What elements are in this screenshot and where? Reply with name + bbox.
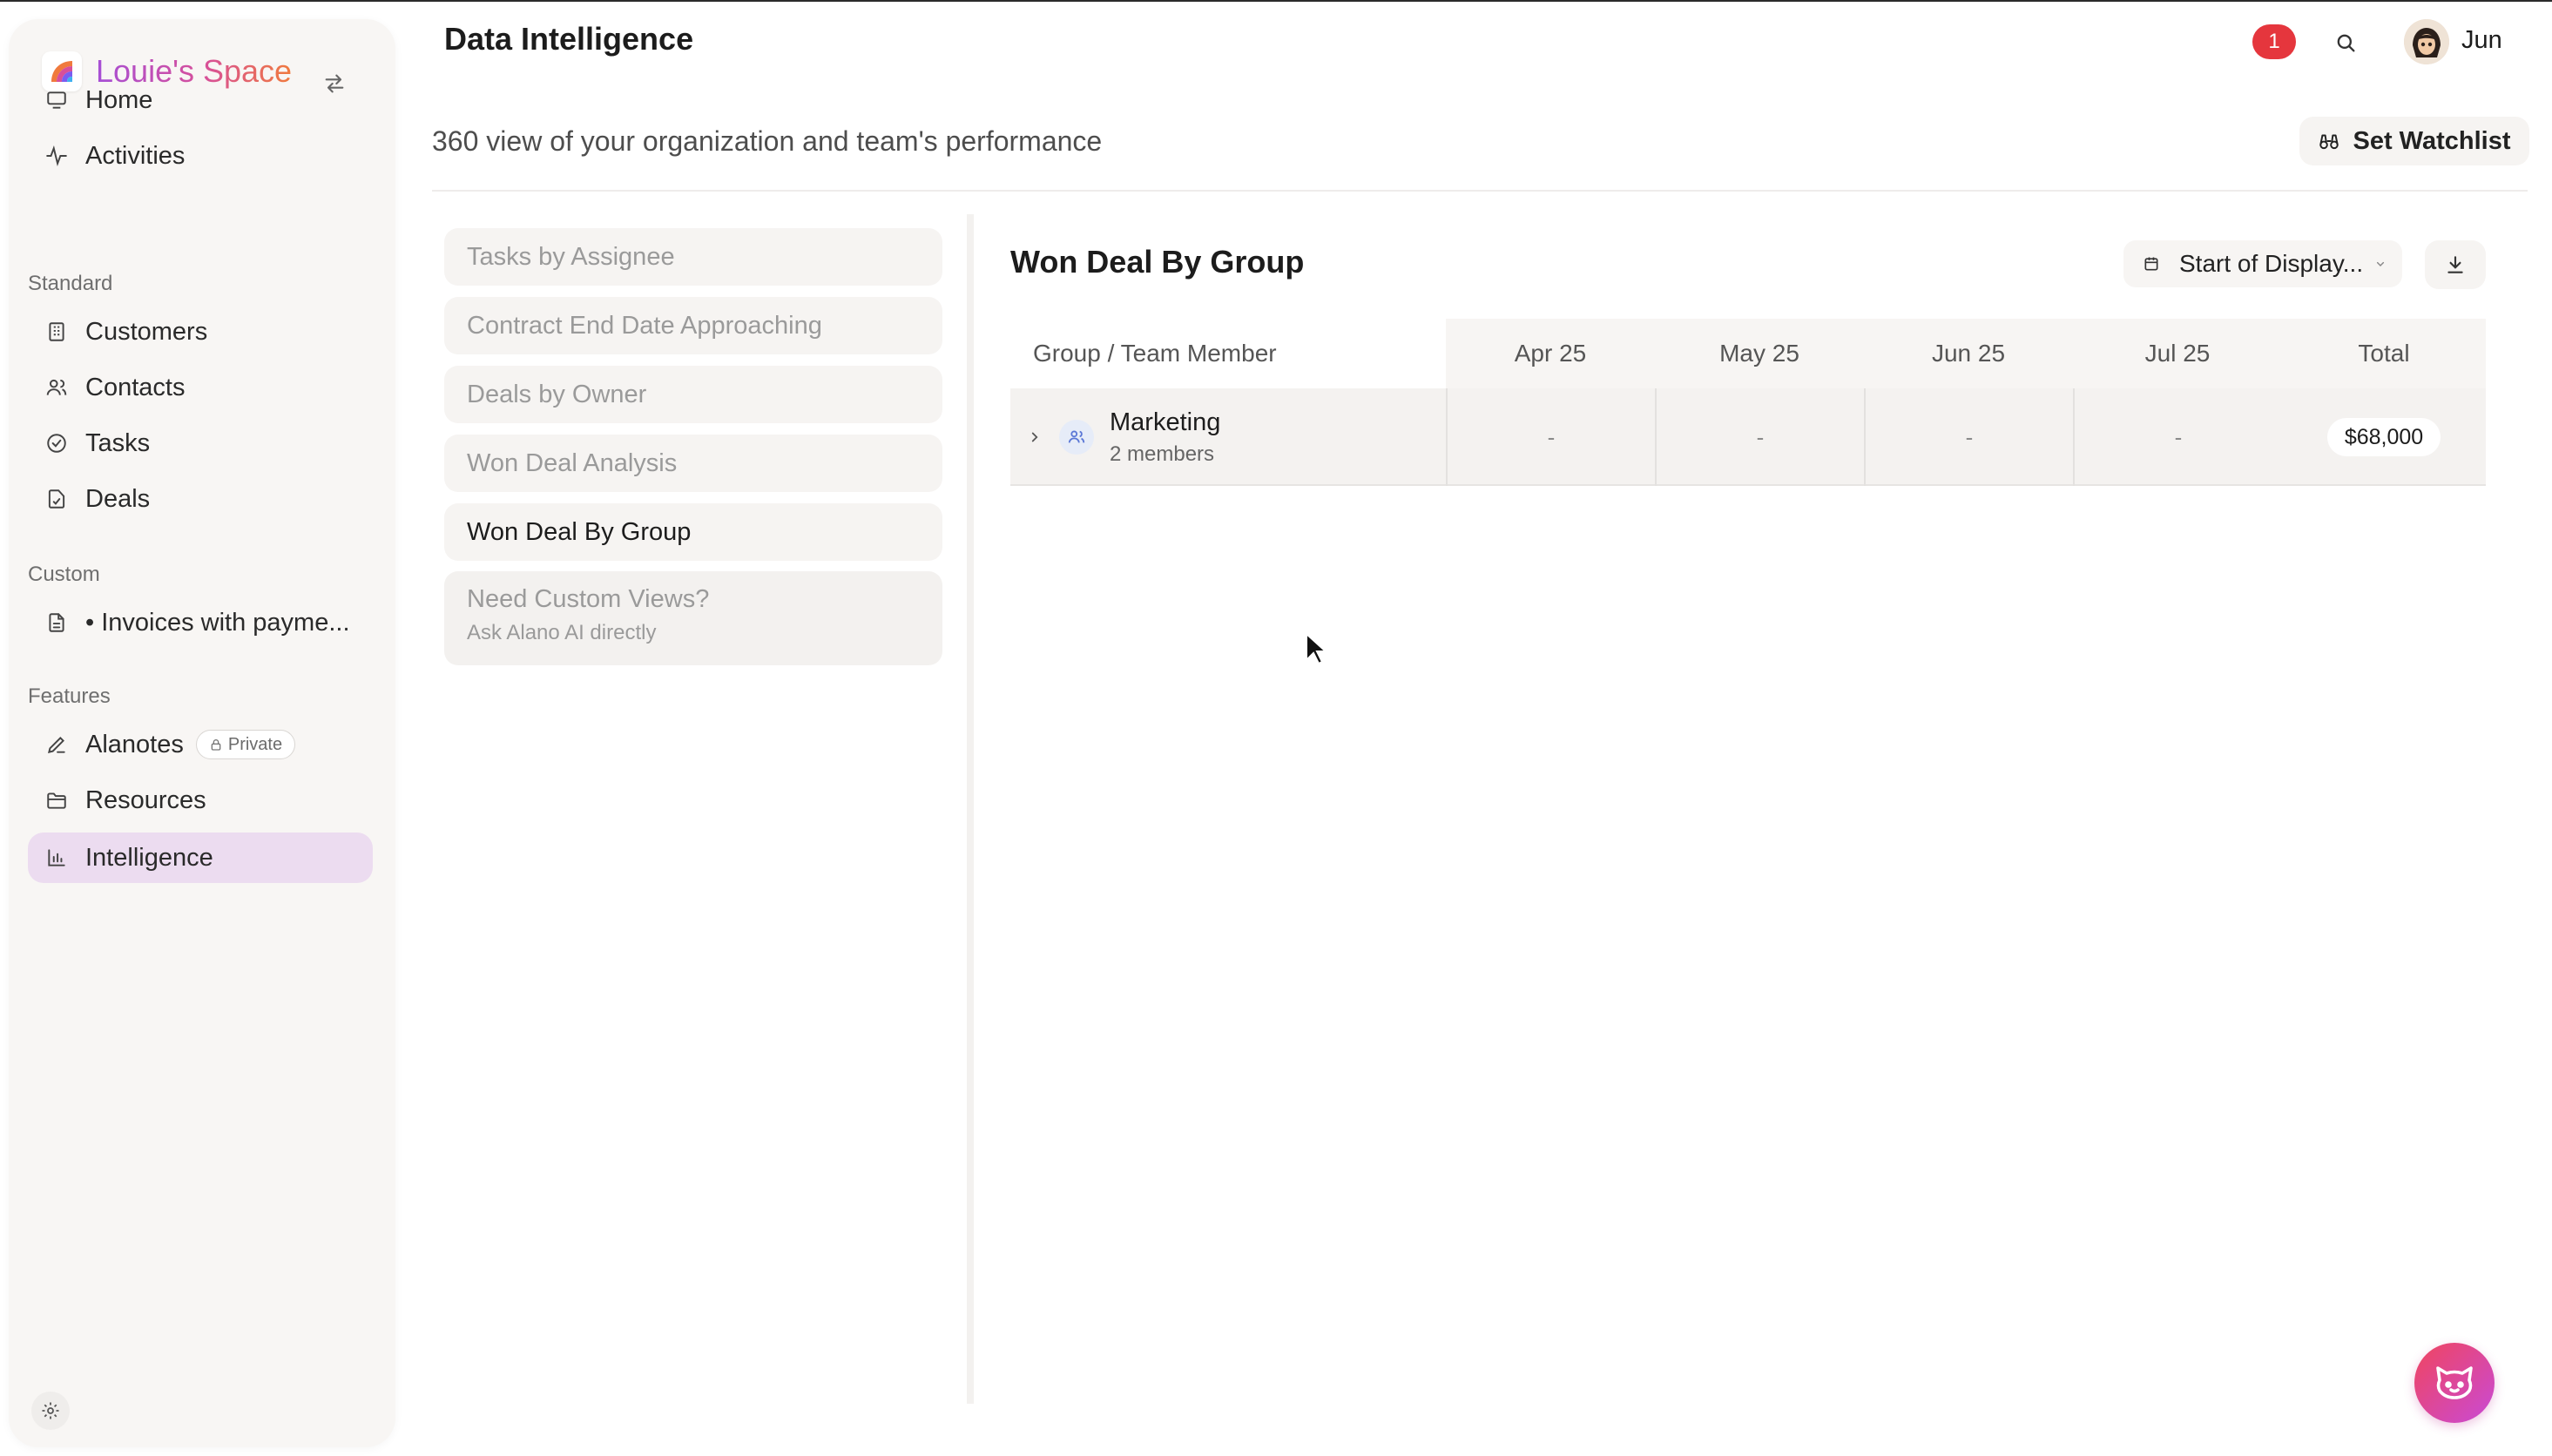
group-text: Marketing 2 members xyxy=(1110,408,1220,467)
search-icon[interactable] xyxy=(2327,24,2364,61)
page-subtitle: 360 view of your organization and team's… xyxy=(432,125,1103,157)
sidebar-item-label: Intelligence xyxy=(85,843,213,872)
sidebar-item-invoices[interactable]: • Invoices with payme... xyxy=(28,597,373,648)
set-watchlist-button[interactable]: Set Watchlist xyxy=(2299,117,2529,165)
lock-icon xyxy=(211,739,221,751)
cell-may: - xyxy=(1655,388,1864,486)
notification-badge[interactable]: 1 xyxy=(2252,24,2296,59)
monitor-icon xyxy=(44,87,70,113)
pen-icon xyxy=(44,731,70,758)
date-filter-select[interactable]: Start of Display... xyxy=(2123,240,2402,287)
column-header-group[interactable]: Group / Team Member xyxy=(1010,319,1446,388)
sidebar-item-alanotes[interactable]: Alanotes Private xyxy=(28,719,373,770)
page-title: Data Intelligence xyxy=(444,21,694,57)
sidebar: Louie's Space Home Activities Standard C… xyxy=(9,19,395,1447)
check-circle-icon xyxy=(44,430,70,456)
chevron-down-icon xyxy=(2377,261,2385,267)
sidebar-item-tasks[interactable]: Tasks xyxy=(28,418,373,468)
sidebar-item-label: Deals xyxy=(85,484,151,513)
total-pill: $68,000 xyxy=(2326,418,2441,456)
sidebar-item-contacts[interactable]: Contacts xyxy=(28,362,373,413)
cell-apr: - xyxy=(1446,388,1655,486)
window-top-border xyxy=(0,0,2552,2)
calendar-icon xyxy=(2144,257,2158,271)
building-icon xyxy=(44,319,70,345)
header-divider xyxy=(432,190,2528,192)
private-badge-label: Private xyxy=(227,734,283,754)
sidebar-item-label: Customers xyxy=(85,317,208,346)
group-name: Marketing xyxy=(1110,408,1221,436)
private-badge: Private xyxy=(195,730,296,759)
report-item-contract-end-date[interactable]: Contract End Date Approaching xyxy=(444,297,942,354)
section-label-standard: Standard xyxy=(28,272,113,295)
panel-divider xyxy=(967,214,974,1404)
table-header-row: Group / Team Member Apr 25 May 25 Jun 25… xyxy=(1010,319,2486,388)
section-label-custom: Custom xyxy=(28,563,100,586)
sidebar-item-home[interactable]: Home xyxy=(28,75,373,125)
sidebar-item-intelligence[interactable]: Intelligence xyxy=(28,832,373,883)
ai-assistant-cat-icon[interactable] xyxy=(2414,1343,2495,1423)
column-header-apr[interactable]: Apr 25 xyxy=(1446,319,1655,388)
deal-doc-icon xyxy=(44,486,70,512)
section-label-features: Features xyxy=(28,684,111,708)
column-header-jun[interactable]: Jun 25 xyxy=(1864,319,2073,388)
sidebar-item-label: Activities xyxy=(85,141,186,170)
sidebar-item-label: Tasks xyxy=(85,428,151,457)
report-item-won-deal-by-group[interactable]: Won Deal By Group xyxy=(444,503,942,561)
sidebar-item-label: Resources xyxy=(85,785,206,814)
table-row[interactable]: Marketing 2 members - - - - $68,000 xyxy=(1010,388,2486,486)
custom-views-card[interactable]: Need Custom Views? Ask Alano AI directly xyxy=(444,571,942,665)
custom-views-subtitle: Ask Alano AI directly xyxy=(467,621,657,644)
users-icon xyxy=(44,374,70,401)
folder-icon xyxy=(44,787,70,813)
report-item-tasks-by-assignee[interactable]: Tasks by Assignee xyxy=(444,228,942,286)
bar-chart-icon xyxy=(44,845,70,871)
sidebar-item-resources[interactable]: Resources xyxy=(28,775,373,826)
group-cell: Marketing 2 members xyxy=(1010,388,1446,486)
group-members: 2 members xyxy=(1110,442,1215,466)
mouse-cursor-icon xyxy=(1305,631,1328,670)
sidebar-item-activities[interactable]: Activities xyxy=(28,131,373,181)
binoculars-icon xyxy=(2319,134,2339,150)
sidebar-item-deals[interactable]: Deals xyxy=(28,474,373,524)
set-watchlist-label: Set Watchlist xyxy=(2353,126,2511,155)
report-item-deals-by-owner[interactable]: Deals by Owner xyxy=(444,366,942,423)
sidebar-item-label: Home xyxy=(85,85,153,114)
date-filter-value: Start of Display... xyxy=(2179,250,2364,277)
column-header-may[interactable]: May 25 xyxy=(1655,319,1864,388)
group-users-icon xyxy=(1059,420,1094,455)
document-icon xyxy=(44,610,70,636)
cell-jul: - xyxy=(2073,388,2282,486)
report-item-won-deal-analysis[interactable]: Won Deal Analysis xyxy=(444,435,942,492)
column-header-jul[interactable]: Jul 25 xyxy=(2073,319,2282,388)
settings-gear-icon[interactable] xyxy=(31,1392,70,1430)
user-name[interactable]: Jun xyxy=(2461,26,2502,55)
report-title: Won Deal By Group xyxy=(1010,244,1305,280)
custom-views-title: Need Custom Views? xyxy=(467,585,710,613)
cell-total: $68,000 xyxy=(2282,388,2486,486)
avatar[interactable] xyxy=(2404,19,2449,64)
cell-jun: - xyxy=(1864,388,2073,486)
won-deal-table: Group / Team Member Apr 25 May 25 Jun 25… xyxy=(1010,319,2486,486)
download-icon xyxy=(2447,256,2463,273)
download-button[interactable] xyxy=(2425,240,2486,289)
column-header-total[interactable]: Total xyxy=(2282,319,2486,388)
sidebar-item-label: Contacts xyxy=(85,373,186,401)
sidebar-item-label: • Invoices with payme... xyxy=(85,608,350,637)
sidebar-item-customers[interactable]: Customers xyxy=(28,307,373,357)
activity-icon xyxy=(44,143,70,169)
sidebar-item-label: Alanotes xyxy=(85,730,184,758)
chevron-right-icon[interactable] xyxy=(1024,429,1045,445)
